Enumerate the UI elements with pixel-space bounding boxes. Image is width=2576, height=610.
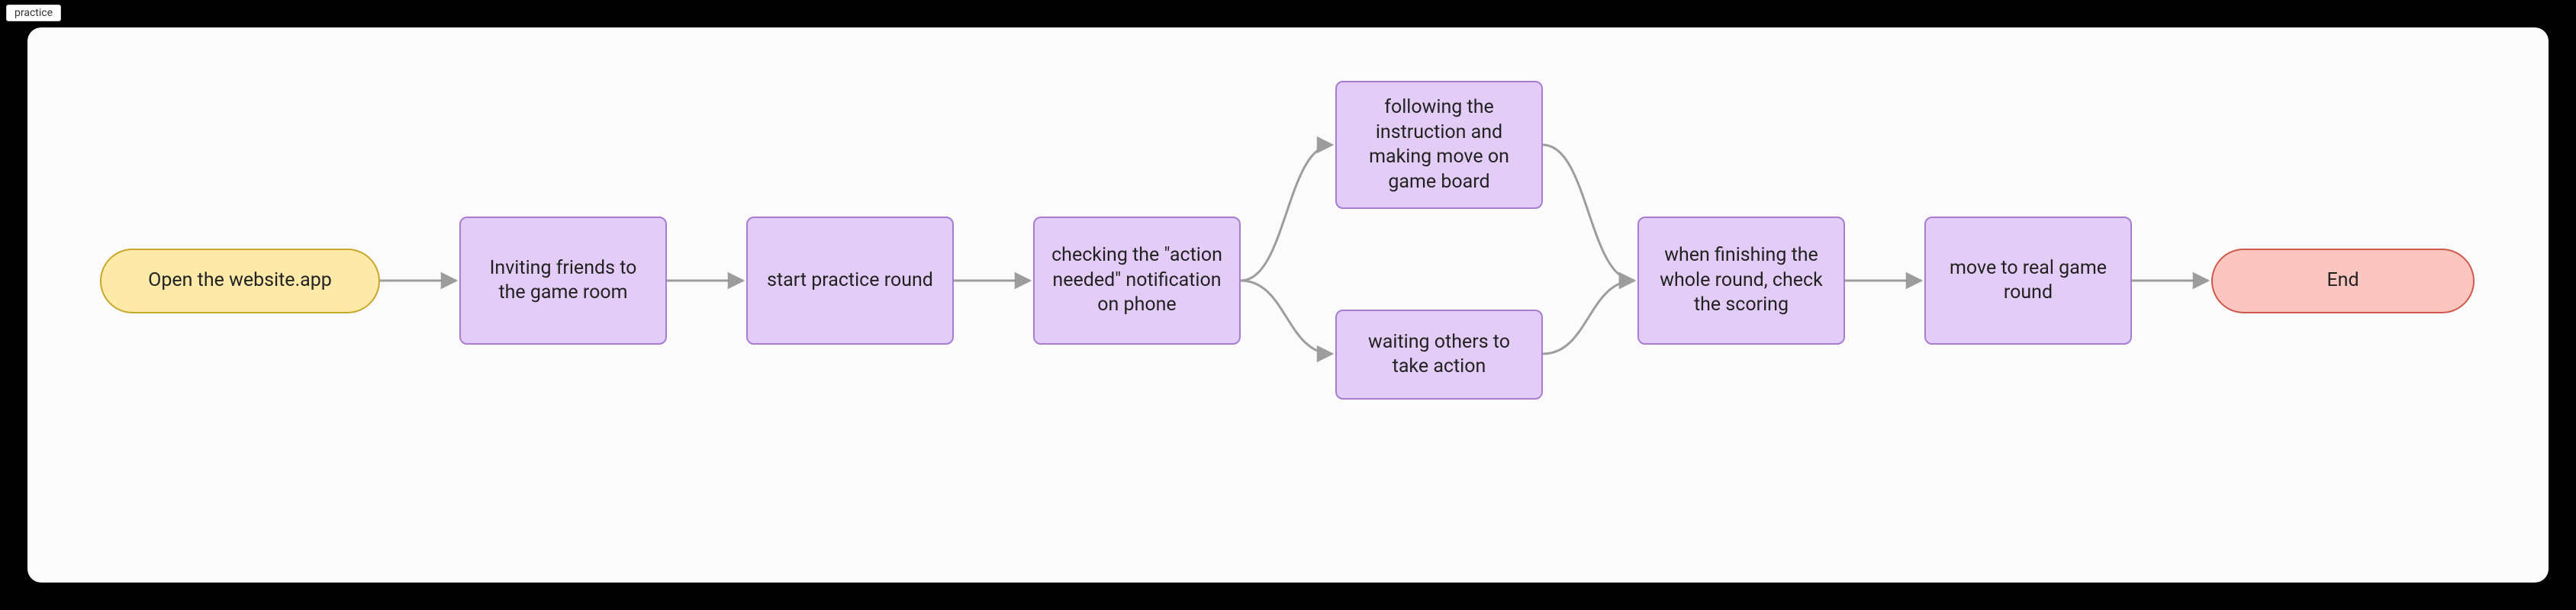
node-following-text: following the instruction and making mov…: [1351, 95, 1528, 194]
frame-label-tab: practice: [6, 5, 61, 21]
node-inviting-text: Inviting friends to the game room: [475, 256, 652, 306]
node-start-practice-text: start practice round: [767, 268, 933, 294]
node-end-text: End: [2326, 268, 2359, 294]
node-end: End: [2211, 249, 2475, 313]
node-start-text: Open the website.app: [148, 268, 332, 294]
node-checking-text: checking the "action needed" notificatio…: [1048, 243, 1225, 318]
diagram-canvas: Open the website.app Inviting friends to…: [27, 27, 2549, 583]
node-checking: checking the "action needed" notificatio…: [1033, 217, 1241, 345]
connector-layer: [27, 27, 2549, 583]
node-move-real: move to real game round: [1924, 217, 2132, 345]
frame-label-text: practice: [14, 7, 53, 19]
node-finishing-text: when finishing the whole round, check th…: [1653, 243, 1830, 318]
node-start-practice: start practice round: [746, 217, 954, 345]
node-following: following the instruction and making mov…: [1335, 81, 1543, 209]
node-finishing: when finishing the whole round, check th…: [1637, 217, 1845, 345]
node-waiting: waiting others to take action: [1335, 310, 1543, 400]
node-move-real-text: move to real game round: [1940, 256, 2117, 306]
node-waiting-text: waiting others to take action: [1351, 330, 1528, 380]
node-inviting: Inviting friends to the game room: [459, 217, 667, 345]
node-start: Open the website.app: [100, 249, 380, 313]
